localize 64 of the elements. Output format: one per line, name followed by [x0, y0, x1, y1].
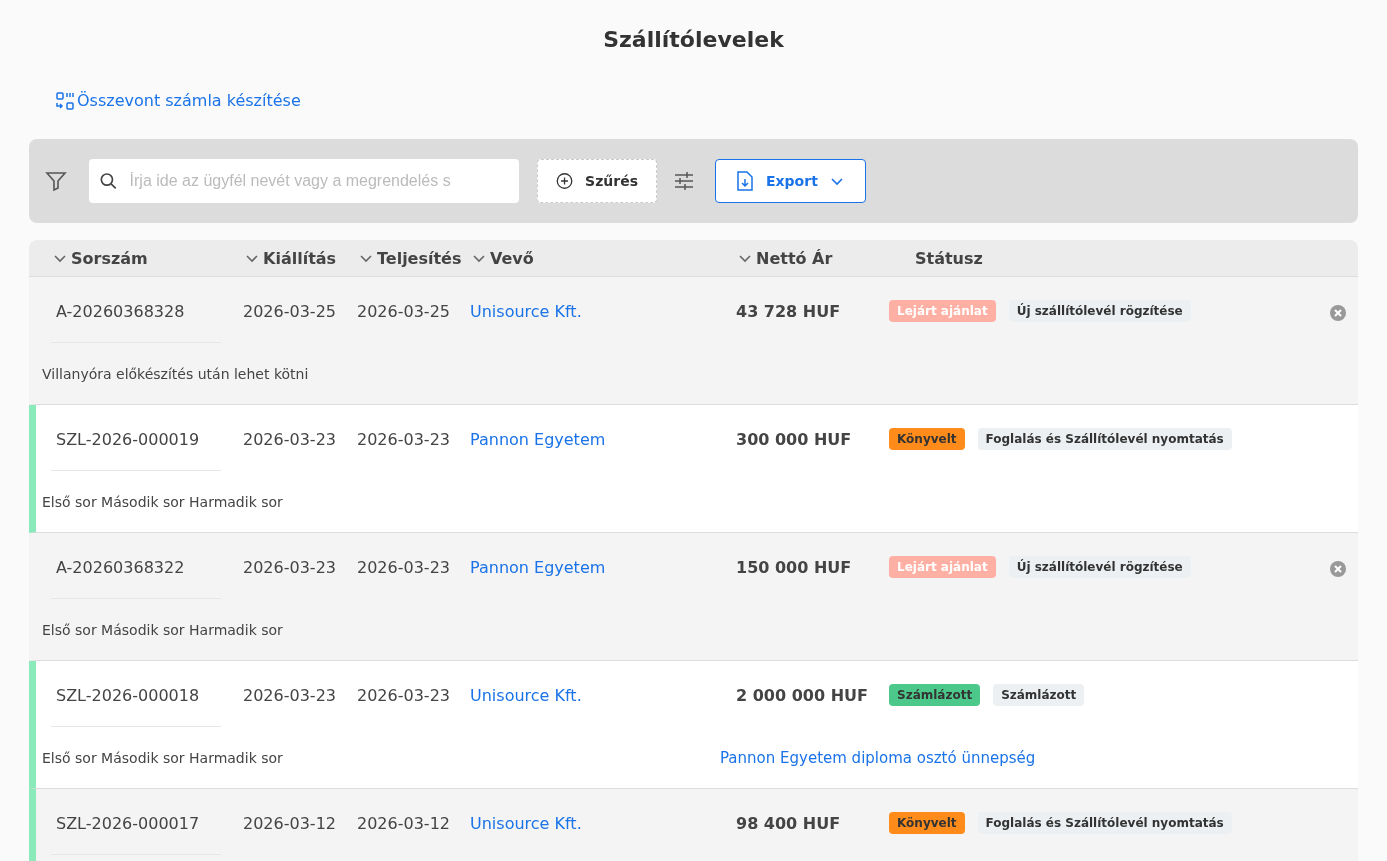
- table-row[interactable]: SZL-2026-000019 2026-03-23 2026-03-23 Pannon Egyetem 300 000 HUF Könyvelt Foglalás és Szállítólevél nyomtatás Első sor Második sor Harmadik sor: [29, 405, 1358, 533]
- status-tag: Könyvelt: [889, 428, 965, 450]
- status-tag: Lejárt ajánlat: [889, 300, 996, 322]
- row-note: Első sor Második sor Harmadik sor: [42, 622, 283, 638]
- completion-date-cell-text: 2026-03-23: [357, 685, 451, 707]
- net-price-cell-text: 2 000 000 HUF: [736, 685, 869, 707]
- issue-date-cell-text: 2026-03-23: [243, 685, 337, 707]
- completion-date-cell-text: 2026-03-12: [357, 813, 451, 835]
- completion-date-cell-text: 2026-03-25: [357, 301, 451, 323]
- column-header[interactable]: Nettó Ár: [738, 248, 891, 268]
- customer-link[interactable]: Unisource Kft.: [470, 661, 736, 705]
- status-tag: Lejárt ajánlat: [889, 556, 996, 578]
- table-row[interactable]: A-20260368322 2026-03-23 2026-03-23 Pannon Egyetem 150 000 HUF Lejárt ajánlat Új szállítólevél rögzítése Első sor Második sor Harmadik sor: [29, 533, 1358, 661]
- column-header[interactable]: Vevő: [472, 248, 738, 268]
- issue-date-cell-text: 2026-03-12: [243, 813, 337, 835]
- status-tag: Számlázott: [993, 684, 1085, 706]
- number-cell: SZL-2026-000018: [51, 661, 221, 727]
- table-row[interactable]: SZL-2026-000018 2026-03-23 2026-03-23 Unisource Kft. 2 000 000 HUF Számlázott Számlázott Első sor Második sor Harmadik sor Pannon Egyetem diploma osztó ünnepség: [29, 661, 1358, 789]
- remove-icon[interactable]: [1330, 561, 1346, 577]
- number-cell: SZL-2026-000019: [51, 405, 221, 471]
- status-tag: Könyvelt: [889, 812, 965, 834]
- table-row[interactable]: A-20260368328 2026-03-25 2026-03-25 Unisource Kft. 43 728 HUF Lejárt ajánlat Új szállítólevél rögzítése Villanyóra előkészítés után lehet kötni: [29, 277, 1358, 405]
- remove-icon[interactable]: [1330, 305, 1346, 321]
- customer-link[interactable]: Pannon Egyetem: [470, 405, 736, 449]
- net-price-cell-text: 300 000 HUF: [736, 429, 853, 451]
- net-price-cell-text: 43 728 HUF: [736, 301, 842, 323]
- table-row[interactable]: SZL-2026-000017 2026-03-12 2026-03-12 Unisource Kft. 98 400 HUF Könyvelt Foglalás és Szállítólevél nyomtatás: [29, 789, 1358, 861]
- row-note: Első sor Második sor Harmadik sor: [42, 750, 283, 766]
- status-tag: Foglalás és Szállítólevél nyomtatás: [977, 428, 1232, 450]
- column-header[interactable]: Kiállítás: [245, 248, 359, 268]
- completion-date-cell-text: 2026-03-23: [357, 429, 451, 451]
- status-tag: Számlázott: [889, 684, 981, 706]
- status-tag: Foglalás és Szállítólevél nyomtatás: [977, 812, 1232, 834]
- search-field[interactable]: Írja ide az ügyfél nevét vagy a megrendelés s: [89, 159, 519, 203]
- column-header[interactable]: Státusz: [891, 248, 1358, 268]
- customer-link[interactable]: Pannon Egyetem: [470, 533, 736, 577]
- page-title: Szállítólevelek: [602, 26, 785, 54]
- net-price-cell-text: 98 400 HUF: [736, 813, 842, 835]
- status-tag: Új szállítólevél rögzítése: [1008, 556, 1191, 578]
- number-cell: SZL-2026-000017: [51, 789, 221, 855]
- customer-link[interactable]: Unisource Kft.: [470, 277, 736, 321]
- status-tag: Új szállítólevél rögzítése: [1008, 300, 1191, 322]
- merge-invoice-link[interactable]: Összevont számla készítése: [55, 90, 301, 111]
- issue-date-cell-text: 2026-03-23: [243, 429, 337, 451]
- customer-link[interactable]: Unisource Kft.: [470, 789, 736, 833]
- column-header[interactable]: Sorszám: [53, 248, 245, 268]
- search-icon: [99, 171, 118, 191]
- row-note: Első sor Második sor Harmadik sor: [42, 494, 283, 510]
- settings-icon[interactable]: [673, 170, 695, 192]
- plus-circle-icon: [556, 171, 574, 191]
- number-cell: A-20260368328: [51, 277, 221, 343]
- export-button[interactable]: Export: [715, 159, 866, 203]
- filter-icon[interactable]: [45, 170, 67, 192]
- file-download-icon: [736, 171, 754, 191]
- net-price-cell-text: 150 000 HUF: [736, 557, 853, 579]
- event-link[interactable]: Pannon Egyetem diploma osztó ünnepség: [720, 749, 1036, 767]
- issue-date-cell-text: 2026-03-23: [243, 557, 337, 579]
- completion-date-cell-text: 2026-03-23: [357, 557, 451, 579]
- filter-button[interactable]: Szűrés: [537, 159, 657, 203]
- column-header[interactable]: Teljesítés: [359, 248, 472, 268]
- number-cell: A-20260368322: [51, 533, 221, 599]
- issue-date-cell-text: 2026-03-25: [243, 301, 337, 323]
- merge-icon: [55, 90, 75, 111]
- row-note: Villanyóra előkészítés után lehet kötni: [42, 366, 309, 382]
